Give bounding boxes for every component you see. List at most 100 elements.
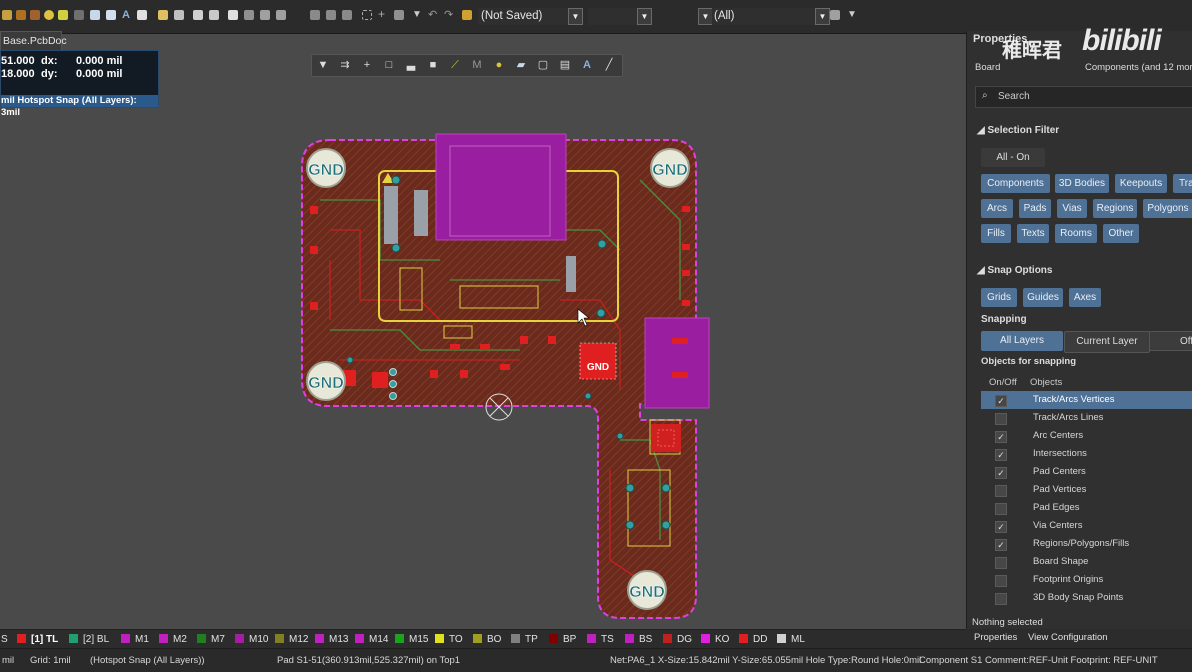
layer-tab[interactable]: S [1, 633, 8, 646]
filter-combo-dropdown[interactable]: ▼ [568, 8, 583, 25]
filter-other-button[interactable]: Other [1103, 224, 1139, 243]
snap-guides-button[interactable]: Guides [1023, 288, 1063, 307]
checkbox[interactable] [995, 593, 1007, 605]
checkbox[interactable] [995, 575, 1007, 587]
tab-view-configuration[interactable]: View Configuration [1028, 632, 1108, 643]
redo-icon[interactable]: ↷ [444, 10, 454, 21]
snap-object-row[interactable]: ✓ Regions/Polygons/Fills [981, 535, 1192, 553]
filter-vias-button[interactable]: Vias [1057, 199, 1087, 218]
filter-combo[interactable]: (Not Saved) [478, 8, 573, 25]
layer-tab[interactable]: BP [549, 633, 576, 646]
open-icon[interactable] [158, 10, 168, 20]
layer-tab[interactable]: DD [739, 633, 767, 646]
checkbox[interactable]: ✓ [995, 467, 1007, 479]
snap-object-row[interactable]: 3D Body Snap Points [981, 589, 1192, 607]
via-icon[interactable] [44, 10, 54, 20]
checkbox[interactable]: ✓ [995, 449, 1007, 461]
print-icon[interactable] [193, 10, 203, 20]
snap-object-row[interactable]: Pad Edges [981, 499, 1192, 517]
highlight-icon[interactable] [462, 10, 472, 20]
deselect-icon[interactable] [276, 10, 286, 20]
filter-tracks-button[interactable]: Tracks [1173, 174, 1192, 193]
filter-icon[interactable]: ▼ [412, 10, 422, 20]
dimension-icon[interactable]: ▤ [559, 59, 571, 71]
layer-tab[interactable]: TP [511, 633, 538, 646]
cross-probe-icon[interactable] [244, 10, 254, 20]
snap-object-row[interactable]: Pad Vertices [981, 481, 1192, 499]
search-box[interactable]: ⌕ Search [975, 86, 1192, 108]
layer-tab[interactable]: [2] BL [69, 633, 109, 646]
checkbox[interactable] [995, 485, 1007, 497]
align-bottom-icon[interactable]: ▃ [405, 59, 417, 71]
layer-tab[interactable]: M13 [315, 633, 348, 646]
checkbox[interactable] [995, 557, 1007, 569]
place-via-icon[interactable]: ● [493, 59, 505, 71]
layer-tab[interactable]: KO [701, 633, 729, 646]
route-track-icon[interactable]: ⟋ [449, 59, 461, 71]
layer-tab[interactable]: M1 [121, 633, 149, 646]
snap-object-row[interactable]: ✓ Track/Arcs Vertices [981, 391, 1192, 409]
component-icon[interactable] [137, 10, 147, 20]
filter-icon[interactable]: ▼ [317, 59, 329, 71]
snap-grids-button[interactable]: Grids [981, 288, 1017, 307]
text-icon[interactable]: A [122, 10, 132, 21]
filter-pads-button[interactable]: Pads [1019, 199, 1051, 218]
snap-object-row[interactable]: Track/Arcs Lines [981, 409, 1192, 427]
layer-tab[interactable]: TS [587, 633, 614, 646]
copy-icon[interactable] [310, 10, 320, 20]
arc-icon[interactable] [74, 10, 84, 20]
filter-components-button[interactable]: Components [981, 174, 1050, 193]
filter-arcs-button[interactable]: Arcs [981, 199, 1013, 218]
interactive-route-icon[interactable]: ⇉ [339, 59, 351, 71]
move-icon[interactable]: + [378, 8, 388, 20]
checkbox[interactable]: ✓ [995, 521, 1007, 533]
all-on-button[interactable]: All - On [981, 148, 1045, 167]
blank-combo-dropdown[interactable]: ▼ [637, 8, 652, 25]
snapping-current-layer[interactable]: Current Layer [1064, 331, 1150, 353]
filter-texts-button[interactable]: Texts [1017, 224, 1049, 243]
snap-object-row[interactable]: Footprint Origins [981, 571, 1192, 589]
layer-tab[interactable]: M14 [355, 633, 388, 646]
layer-tab[interactable]: M15 [395, 633, 428, 646]
layer-tab[interactable]: M2 [159, 633, 187, 646]
layer-tab[interactable]: [1] TL [17, 633, 58, 646]
snap-object-row[interactable]: ✓ Arc Centers [981, 427, 1192, 445]
document-tab[interactable]: Base.PcbDoc [0, 31, 67, 50]
align-icon[interactable] [394, 10, 404, 20]
rect-icon[interactable] [90, 10, 100, 20]
layer-tab[interactable]: M10 [235, 633, 268, 646]
paste-icon[interactable] [326, 10, 336, 20]
place-cross-icon[interactable]: + [361, 59, 373, 71]
layer-tab[interactable]: ML [777, 633, 805, 646]
polygon-icon[interactable]: ▰ [515, 59, 527, 71]
layer-tab[interactable]: TO [435, 633, 463, 646]
clear-filter-icon[interactable]: ▼ [847, 10, 857, 20]
tab-properties[interactable]: Properties [974, 632, 1017, 643]
filter-keepouts-button[interactable]: Keepouts [1115, 174, 1167, 193]
undo-icon[interactable]: ↶ [428, 10, 438, 21]
layer-tab[interactable]: BS [625, 633, 652, 646]
filter-3d-bodies-button[interactable]: 3D Bodies [1055, 174, 1109, 193]
selection-filter-title[interactable]: ◢ Selection Filter [977, 125, 1059, 136]
snap-object-row[interactable]: ✓ Intersections [981, 445, 1192, 463]
filter-polygons-button[interactable]: Polygons [1143, 199, 1192, 218]
snap-object-row[interactable]: ✓ Via Centers [981, 517, 1192, 535]
select-icon[interactable] [260, 10, 270, 20]
snap-options-title[interactable]: ◢ Snap Options [977, 265, 1052, 276]
snapping-all-layers[interactable]: All Layers [981, 331, 1063, 351]
blank-combo[interactable] [588, 8, 638, 25]
layer-combo[interactable]: (All) [712, 8, 816, 25]
filter-regions-button[interactable]: Regions [1093, 199, 1137, 218]
pcb-canvas[interactable]: GND GND GND GND GND [0, 49, 966, 629]
snap-axes-button[interactable]: Axes [1069, 288, 1101, 307]
filter-rooms-button[interactable]: Rooms [1055, 224, 1097, 243]
filter-fills-button[interactable]: Fills [981, 224, 1011, 243]
place-text-icon[interactable]: A [581, 59, 593, 71]
save-icon[interactable] [174, 10, 184, 20]
layer-tab[interactable]: DG [663, 633, 692, 646]
rubber-stamp-icon[interactable] [342, 10, 352, 20]
layer-combo-dropdown[interactable]: ▼ [815, 8, 830, 25]
route-icon[interactable] [16, 10, 26, 20]
wire-icon[interactable] [2, 10, 12, 20]
checkbox[interactable]: ✓ [995, 431, 1007, 443]
